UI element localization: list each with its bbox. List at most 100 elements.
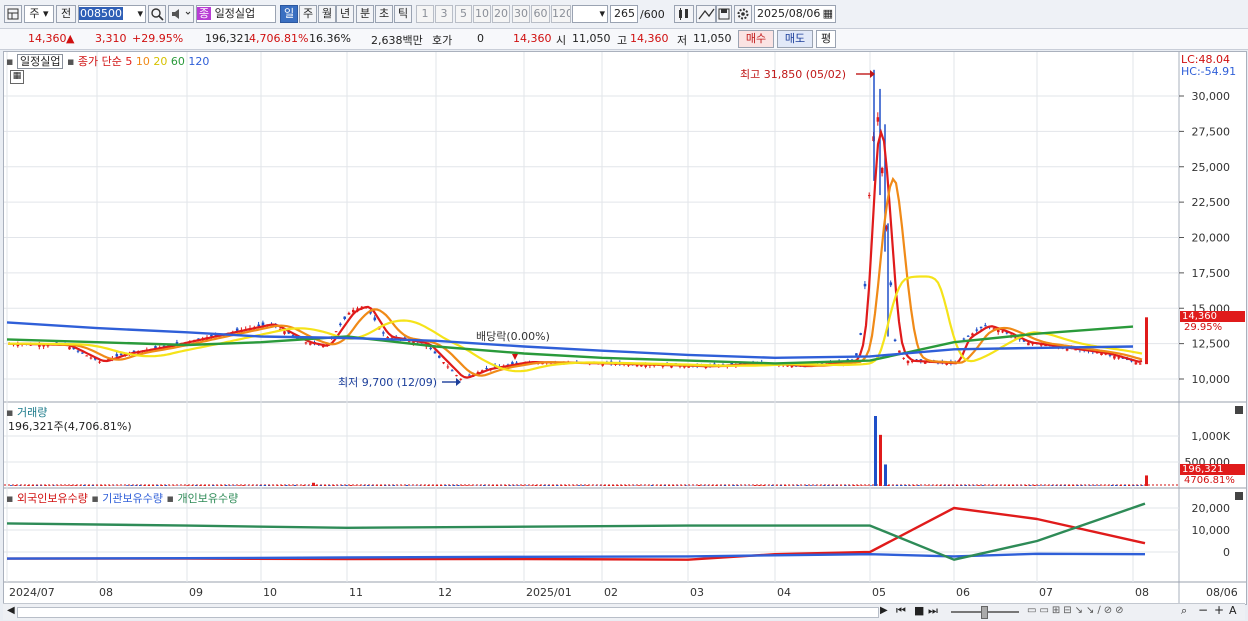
volume-bar bbox=[1128, 485, 1131, 486]
company-name-field[interactable]: 종 일정실업 bbox=[196, 5, 276, 23]
minute-preset-120[interactable]: 120 bbox=[551, 5, 571, 23]
volume-bar bbox=[917, 485, 920, 486]
save-icon[interactable] bbox=[716, 5, 732, 23]
font-size-icon[interactable]: A bbox=[1229, 604, 1237, 617]
calendar-icon[interactable]: ▦ bbox=[823, 6, 833, 22]
square-icon: ▪ bbox=[166, 492, 174, 505]
legend-ma5[interactable]: 5 bbox=[125, 55, 132, 68]
volume-bar bbox=[1029, 485, 1032, 486]
volume-bar bbox=[964, 485, 967, 486]
rewind-icon[interactable]: ⏮ bbox=[896, 604, 906, 618]
layout-icon[interactable] bbox=[4, 5, 22, 23]
toolbar: 주 ▾ 전 008500 ▾ 종 일정실업 일주월년분초틱 1 3 5 10 20 30 6… bbox=[0, 0, 1248, 29]
volume-bar bbox=[736, 485, 740, 486]
interval-tab-1[interactable]: 주 bbox=[299, 5, 317, 23]
volume-bar bbox=[354, 485, 357, 486]
minute-preset-60[interactable]: 60 bbox=[531, 5, 550, 23]
date-input[interactable]: 2025/08/06 ▦ bbox=[754, 5, 836, 23]
scroll-right-icon[interactable]: ▶ bbox=[880, 605, 888, 616]
extra-select[interactable]: ▾ bbox=[572, 5, 608, 23]
x-label-8: 03 bbox=[690, 586, 704, 599]
volume-bar bbox=[1037, 485, 1041, 486]
x-label-9: 04 bbox=[777, 586, 791, 599]
scroll-track[interactable] bbox=[17, 607, 879, 618]
candle-body bbox=[283, 331, 286, 334]
interval-tab-2[interactable]: 월 bbox=[318, 5, 336, 23]
minute-preset-30[interactable]: 30 bbox=[512, 5, 530, 23]
volume-bar bbox=[771, 485, 774, 486]
volume-bar bbox=[1093, 485, 1096, 486]
up-arrow-icon: ▲ bbox=[66, 32, 75, 45]
volume-bar bbox=[1115, 484, 1118, 486]
count-input[interactable]: 265 bbox=[610, 5, 638, 23]
gear-icon[interactable] bbox=[734, 5, 752, 23]
legend-foreign[interactable]: 외국인보유수량 bbox=[17, 492, 88, 505]
interval-tab-0[interactable]: 일 bbox=[280, 5, 298, 23]
minute-preset-1[interactable]: 1 bbox=[416, 5, 434, 23]
volume-bar bbox=[358, 485, 361, 486]
candle-body bbox=[468, 374, 471, 376]
minus-icon[interactable]: − bbox=[1198, 603, 1208, 617]
volume-bar bbox=[994, 485, 998, 486]
legend-ma20[interactable]: 20 bbox=[153, 55, 167, 68]
forward-icon[interactable]: ⏭ bbox=[928, 604, 938, 618]
candle-body bbox=[459, 378, 463, 380]
volume-bar bbox=[1123, 485, 1127, 486]
chart-canvas[interactable]: 30,00027,50025,00022,50020,00017,50015,0… bbox=[4, 52, 1246, 604]
minute-preset-3[interactable]: 3 bbox=[435, 5, 453, 23]
jeon-button[interactable]: 전 bbox=[56, 5, 76, 23]
zoom-slider-handle[interactable] bbox=[981, 606, 988, 619]
volume-bar bbox=[1080, 485, 1084, 486]
volume-bar bbox=[371, 485, 374, 486]
volume-bar bbox=[513, 485, 516, 486]
square-icon: ▪ bbox=[66, 55, 75, 68]
minimize-icon[interactable] bbox=[1235, 406, 1243, 414]
search-icon[interactable] bbox=[148, 5, 166, 23]
legend-individual[interactable]: 개인보유수량 bbox=[177, 492, 238, 505]
eval-button[interactable]: 평 bbox=[816, 30, 836, 48]
volume-bar bbox=[495, 485, 499, 486]
chevron-down-icon: ▾ bbox=[599, 7, 605, 20]
candle-body bbox=[343, 316, 346, 320]
search-icon[interactable]: ⌕ bbox=[1181, 604, 1187, 618]
buy-button[interactable]: 매수 bbox=[738, 30, 774, 48]
stock-code-input[interactable]: 008500 ▾ bbox=[78, 5, 146, 23]
legend-institution[interactable]: 기관보유수량 bbox=[102, 492, 163, 505]
interval-tab-3[interactable]: 년 bbox=[336, 5, 354, 23]
volume-tag: 196,321 bbox=[1180, 464, 1245, 475]
open-value: 11,050 bbox=[572, 32, 611, 45]
price-tick-3: 22,500 bbox=[1192, 196, 1231, 209]
volume-bar bbox=[27, 485, 30, 486]
legend-ma60[interactable]: 60 bbox=[171, 55, 185, 68]
chart-area[interactable]: 30,000 27,500 25,000 22,500 20,000 17,500 15,0… bbox=[3, 51, 1247, 605]
table-icon[interactable]: ▦ bbox=[10, 70, 24, 84]
candle-icon[interactable] bbox=[674, 5, 694, 23]
interval-tab-6[interactable]: 틱 bbox=[394, 5, 412, 23]
candle-body bbox=[89, 357, 93, 359]
interval-tab-5[interactable]: 초 bbox=[375, 5, 393, 23]
sell-button[interactable]: 매도 bbox=[777, 30, 813, 48]
volume-bar bbox=[345, 485, 348, 486]
interval-tab-4[interactable]: 분 bbox=[356, 5, 374, 23]
period-select[interactable]: 주 ▾ bbox=[24, 5, 54, 23]
speaker-icon[interactable] bbox=[168, 5, 194, 23]
minimize-icon[interactable] bbox=[1235, 492, 1243, 500]
volume-bar bbox=[895, 484, 899, 486]
scroll-bar[interactable]: ◀ ▶ ⏮ ■ ⏭ ▭▭⊞⊟↘↘∕⊘⊘ ⌕ − + A bbox=[3, 603, 1245, 620]
legend-ma120[interactable]: 120 bbox=[188, 55, 209, 68]
candle-body bbox=[382, 332, 385, 334]
minute-preset-20[interactable]: 20 bbox=[492, 5, 510, 23]
scroll-left-icon[interactable]: ◀ bbox=[7, 605, 15, 616]
candle-body bbox=[859, 333, 862, 335]
draw-line-icon[interactable] bbox=[696, 5, 716, 23]
stock-name-tag[interactable]: 일정실업 bbox=[16, 54, 64, 69]
volume-bar bbox=[190, 485, 193, 486]
minute-preset-5[interactable]: 5 bbox=[455, 5, 472, 23]
minute-preset-10[interactable]: 10 bbox=[473, 5, 491, 23]
drawing-tools[interactable]: ▭▭⊞⊟↘↘∕⊘⊘ bbox=[1027, 605, 1127, 616]
stop-icon[interactable]: ■ bbox=[914, 604, 924, 617]
x-label-6: 2025/01 bbox=[526, 586, 572, 599]
volume-bar bbox=[573, 485, 576, 486]
plus-icon[interactable]: + bbox=[1214, 603, 1224, 617]
legend-ma10[interactable]: 10 bbox=[136, 55, 150, 68]
